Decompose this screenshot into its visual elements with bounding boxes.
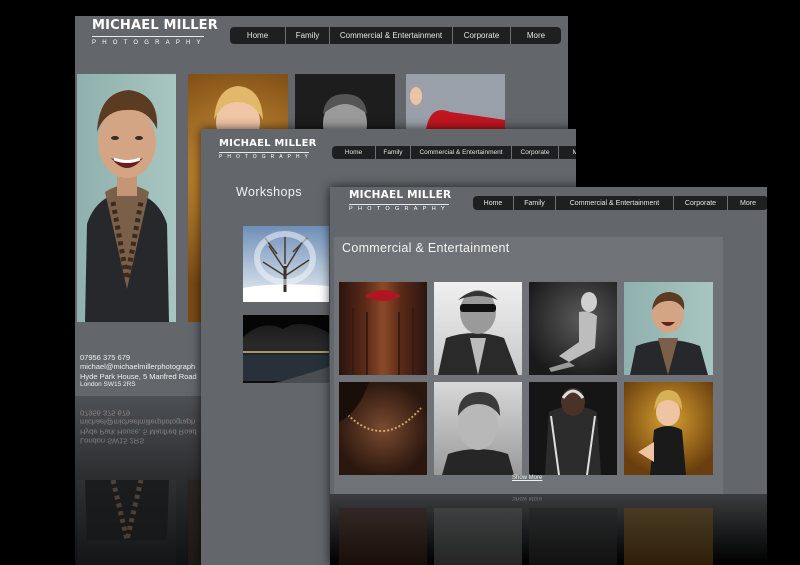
portrait-figure-graphic xyxy=(85,90,169,322)
brand-name: MICHAEL MILLER xyxy=(92,18,218,33)
main-nav: Home Family Commercial & Entertainment C… xyxy=(230,27,561,44)
reflection-area: Show More xyxy=(330,494,767,565)
page-title: Commercial & Entertainment xyxy=(342,241,510,255)
gallery-thumb-sunglasses-man[interactable] xyxy=(434,282,522,375)
show-more-link[interactable]: Show More xyxy=(512,475,542,481)
hero-portrait-image[interactable] xyxy=(77,74,176,322)
nav-more[interactable]: More xyxy=(728,196,767,210)
nav-home[interactable]: Home xyxy=(230,27,286,44)
nav-commercial-entertainment[interactable]: Commercial & Entertainment xyxy=(411,146,512,159)
nav-commercial-entertainment[interactable]: Commercial & Entertainment xyxy=(556,196,674,210)
gallery-thumb[interactable] xyxy=(406,74,505,134)
gallery-thumb-red-lips[interactable] xyxy=(339,282,427,375)
golden-woman-graphic xyxy=(638,390,686,475)
gallery-thumb-man-portrait[interactable] xyxy=(434,382,522,475)
contact-reflection-line: London SW15 2RS xyxy=(80,436,145,446)
nav-more[interactable]: More xyxy=(559,146,576,159)
brand-logo[interactable]: MICHAEL MILLER PHOTOGRAPHY xyxy=(92,19,218,46)
contact-reflection-line: Hyde Park House, 5 Manfred Road xyxy=(80,427,197,437)
man-portrait-graphic xyxy=(442,392,514,475)
portrait-reflection-graphic xyxy=(85,479,169,541)
row-reflection xyxy=(339,508,427,565)
workshop-thumb-snow-tree[interactable] xyxy=(243,226,329,302)
sunglasses-man-graphic xyxy=(438,290,518,375)
seated-woman-graphic xyxy=(549,292,597,372)
night-lake-graphic xyxy=(243,315,329,383)
gallery-thumb-sports-jacket[interactable] xyxy=(529,382,617,475)
red-lips-graphic xyxy=(352,290,414,375)
nav-home[interactable]: Home xyxy=(473,196,514,210)
brand-name: MICHAEL MILLER xyxy=(349,189,452,201)
brand-logo[interactable]: MICHAEL MILLER PHOTOGRAPHY xyxy=(349,190,451,212)
contact-reflection-line: michael@michaelmillerphotograph xyxy=(80,417,196,427)
row-reflection xyxy=(624,508,713,565)
brand-logo[interactable]: MICHAEL MILLER PHOTOGRAPHY xyxy=(219,139,317,160)
workshop-thumb-night-lake[interactable] xyxy=(243,315,329,383)
gallery-thumb-bare-back[interactable] xyxy=(339,382,427,475)
contact-email[interactable]: michael@michaelmillerphotograph xyxy=(80,362,197,371)
nav-family[interactable]: Family xyxy=(286,27,330,44)
gallery-thumb-laughing-man[interactable] xyxy=(624,282,713,375)
brand-name: MICHAEL MILLER xyxy=(219,138,317,149)
contact-details: 07956 375 679 michael@michaelmillerphoto… xyxy=(80,353,197,389)
contact-phone[interactable]: 07956 375 679 xyxy=(80,353,197,362)
main-nav: Home Family Commercial & Entertainment C… xyxy=(332,146,576,159)
portrait-man-graphic xyxy=(323,94,367,134)
contact-address-line-1: Hyde Park House, 5 Manfred Road xyxy=(80,371,197,381)
nav-corporate[interactable]: Corporate xyxy=(512,146,559,159)
snow-tree-graphic xyxy=(243,231,329,302)
nav-more[interactable]: More xyxy=(511,27,561,44)
brand-tagline: PHOTOGRAPHY xyxy=(349,205,450,212)
nav-corporate[interactable]: Corporate xyxy=(674,196,728,210)
red-sleeve-graphic xyxy=(410,87,505,134)
necklace-graphic xyxy=(339,382,422,433)
nav-commercial-entertainment[interactable]: Commercial & Entertainment xyxy=(330,27,453,44)
brand-tagline: PHOTOGRAPHY xyxy=(219,154,313,160)
row-reflection xyxy=(434,508,522,565)
page-title: Workshops xyxy=(236,185,302,199)
contact-reflection: London SW15 2RS Hyde Park House, 5 Manfr… xyxy=(80,408,197,446)
heading-reflection: Show More xyxy=(512,495,543,501)
nav-family[interactable]: Family xyxy=(514,196,556,210)
contact-address-line-2: London SW15 2RS xyxy=(80,381,136,389)
portrait-reflection xyxy=(77,479,176,565)
nav-home[interactable]: Home xyxy=(332,146,376,159)
nav-corporate[interactable]: Corporate xyxy=(453,27,511,44)
nav-family[interactable]: Family xyxy=(376,146,411,159)
portrait-woman-graphic xyxy=(214,86,263,148)
contact-reflection-line: 07956 375 679 xyxy=(80,408,131,418)
laughing-man-graphic xyxy=(630,292,708,375)
gallery-thumb-seated-woman[interactable] xyxy=(529,282,617,375)
sports-jacket-graphic xyxy=(545,388,601,475)
content-panel: Commercial & Entertainment Show More xyxy=(334,237,723,494)
brand-tagline: PHOTOGRAPHY xyxy=(92,40,207,46)
gallery-thumb[interactable] xyxy=(295,74,395,134)
row-reflection xyxy=(529,508,617,565)
main-nav: Home Family Commercial & Entertainment C… xyxy=(473,196,767,210)
window-commercial-entertainment: MICHAEL MILLER PHOTOGRAPHY Home Family C… xyxy=(330,187,767,565)
gallery-thumb-golden-woman[interactable] xyxy=(624,382,713,475)
